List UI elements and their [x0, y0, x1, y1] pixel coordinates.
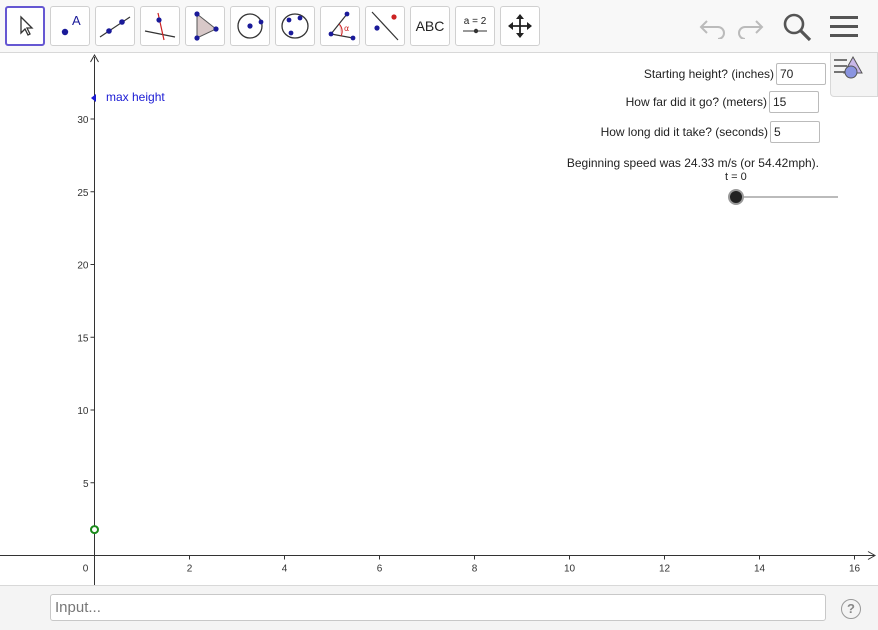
reflect-tool-button[interactable] [365, 6, 405, 46]
x-tick-label: 12 [659, 564, 671, 575]
toolbar: A α ABC a = 2 [0, 0, 878, 53]
projectile-point [90, 525, 99, 535]
x-tick-label: 0 [83, 564, 89, 575]
time-slider-knob[interactable] [728, 189, 744, 205]
y-tick-label: 5 [83, 479, 89, 490]
reflect-line-icon [371, 11, 399, 41]
y-tick-label: 10 [77, 406, 89, 417]
move-graphics-icon [508, 14, 532, 38]
x-tick-label: 6 [377, 564, 383, 575]
distance-input[interactable] [769, 91, 819, 113]
move-view-tool-button[interactable] [500, 6, 540, 46]
main-menu-button[interactable] [827, 10, 861, 44]
point-icon: A [61, 13, 81, 36]
polygon-tool-button[interactable] [185, 6, 225, 46]
x-tick-label: 16 [849, 564, 861, 575]
search-icon [783, 13, 812, 42]
algebra-input-field[interactable] [50, 594, 826, 621]
circle-tool-button[interactable] [230, 6, 270, 46]
perpendicular-line-icon [144, 12, 176, 41]
svg-text:α: α [344, 24, 349, 33]
redo-button[interactable] [733, 10, 767, 44]
max-height-label: max height [106, 90, 165, 104]
slider-icon-label: a = 2 [463, 16, 487, 27]
ellipse-icon [281, 13, 309, 39]
time-slider-label: t = 0 [725, 171, 747, 183]
text-tool-button[interactable]: ABC [410, 6, 450, 46]
y-tick-label: 15 [77, 333, 89, 344]
angle-icon: α [328, 11, 356, 41]
help-icon[interactable]: ? [841, 599, 861, 619]
y-tick-label: 20 [77, 261, 89, 272]
distance-label: How far did it go? (meters) [625, 95, 767, 109]
search-button[interactable] [780, 10, 814, 44]
y-tick-label: 30 [77, 115, 89, 126]
line-icon [99, 16, 131, 38]
distance-row: How far did it go? (meters) [626, 90, 819, 114]
menu-icon [830, 16, 858, 37]
undo-icon [699, 20, 725, 39]
conic-tool-button[interactable] [275, 6, 315, 46]
x-tick-label: 2 [187, 564, 193, 575]
algebra-input-bar: ? [0, 585, 878, 630]
y-tick-label: 25 [77, 188, 89, 199]
starting-height-row: Starting height? (inches) [644, 62, 826, 86]
perpendicular-tool-button[interactable] [140, 6, 180, 46]
time-label: How long did it take? (seconds) [600, 125, 768, 139]
text-icon: ABC [415, 18, 445, 34]
point-tool-button[interactable]: A [50, 6, 90, 46]
starting-height-input[interactable] [776, 63, 826, 85]
time-input[interactable] [770, 121, 820, 143]
svg-text:A: A [72, 13, 81, 28]
graphics-view[interactable]: 0 2 4 6 8 10 12 14 16 5 10 15 20 25 30 max height Star… [0, 53, 878, 585]
polygon-icon [194, 11, 219, 41]
x-tick-label: 4 [282, 564, 288, 575]
cursor-arrow-icon [20, 15, 34, 36]
circle-center-icon [237, 13, 264, 39]
beginning-speed-text: Beginning speed was 24.33 m/s (or 54.42m… [566, 156, 819, 170]
x-tick-label: 8 [472, 564, 478, 575]
time-row: How long did it take? (seconds) [601, 120, 820, 144]
x-tick-label: 14 [754, 564, 766, 575]
starting-height-label: Starting height? (inches) [643, 67, 774, 81]
undo-button[interactable] [696, 10, 730, 44]
x-tick-label: 10 [564, 564, 576, 575]
move-tool-button[interactable] [5, 6, 45, 46]
max-height-marker [91, 94, 96, 102]
redo-icon [738, 20, 764, 39]
graphics-style-icon [834, 55, 863, 79]
slider-icon [463, 28, 487, 34]
angle-tool-button[interactable]: α [320, 6, 360, 46]
slider-tool-button[interactable]: a = 2 [455, 6, 495, 46]
line-tool-button[interactable] [95, 6, 135, 46]
style-bar-toggle-button[interactable] [830, 53, 878, 97]
